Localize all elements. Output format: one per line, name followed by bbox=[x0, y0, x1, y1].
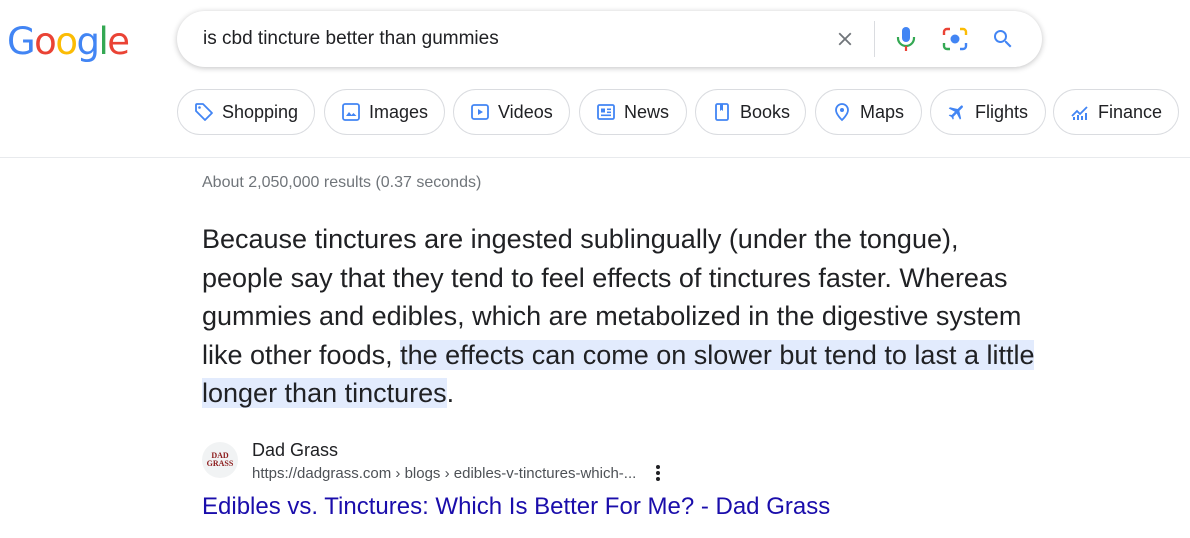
favicon-logo: DAD GRASS bbox=[207, 452, 234, 468]
chip-label: Maps bbox=[860, 101, 905, 122]
tab-books[interactable]: Books bbox=[695, 89, 806, 135]
favicon-line-2: GRASS bbox=[206, 459, 234, 468]
logo-letter: l bbox=[98, 20, 108, 63]
play-icon bbox=[470, 102, 490, 122]
logo-letter: o bbox=[34, 20, 57, 63]
logo-letter: g bbox=[76, 20, 100, 63]
result-stats: About 2,050,000 results (0.37 seconds) bbox=[202, 174, 482, 191]
search-input[interactable]: is cbd tincture better than gummies bbox=[203, 11, 499, 67]
map-pin-icon bbox=[832, 102, 852, 122]
search-icon[interactable] bbox=[989, 25, 1017, 53]
chip-label: Flights bbox=[975, 101, 1029, 122]
chip-label: Finance bbox=[1098, 101, 1163, 122]
result-title-link[interactable]: Edibles vs. Tinctures: Which Is Better F… bbox=[202, 493, 830, 521]
header-divider bbox=[0, 157, 1190, 158]
tab-flights[interactable]: Flights bbox=[930, 89, 1046, 135]
search-divider bbox=[874, 21, 875, 57]
tab-news[interactable]: News bbox=[579, 89, 687, 135]
search-box: is cbd tincture better than gummies bbox=[177, 11, 1042, 67]
tab-finance[interactable]: Finance bbox=[1053, 89, 1179, 135]
chip-label: Videos bbox=[498, 101, 553, 122]
chip-label: Books bbox=[740, 101, 791, 122]
airplane-icon bbox=[947, 102, 967, 122]
google-logo[interactable]: Google bbox=[7, 20, 130, 64]
source-site-name[interactable]: Dad Grass bbox=[252, 440, 338, 461]
tab-maps[interactable]: Maps bbox=[815, 89, 922, 135]
chip-label: Images bbox=[369, 101, 429, 122]
site-favicon[interactable]: DAD GRASS bbox=[202, 442, 238, 478]
image-icon bbox=[341, 102, 361, 122]
tab-videos[interactable]: Videos bbox=[453, 89, 570, 135]
finance-chart-icon bbox=[1070, 102, 1090, 122]
chip-label: Shopping bbox=[222, 101, 299, 122]
logo-letter: e bbox=[107, 20, 130, 63]
featured-snippet: Because tinctures are ingested sublingua… bbox=[202, 220, 1042, 413]
logo-letter: G bbox=[7, 20, 36, 63]
tab-shopping[interactable]: Shopping bbox=[177, 89, 315, 135]
logo-letter: o bbox=[55, 20, 78, 63]
close-icon[interactable] bbox=[831, 25, 859, 53]
newspaper-icon bbox=[596, 102, 616, 122]
chip-label: News bbox=[624, 101, 670, 122]
source-url[interactable]: https://dadgrass.com › blogs › edibles-v… bbox=[252, 465, 636, 482]
tab-images[interactable]: Images bbox=[324, 89, 445, 135]
snippet-tail: . bbox=[446, 378, 455, 408]
camera-lens-icon[interactable] bbox=[941, 25, 969, 53]
book-icon bbox=[712, 102, 732, 122]
microphone-icon[interactable] bbox=[892, 25, 920, 53]
more-vert-icon[interactable] bbox=[648, 463, 668, 483]
tag-icon bbox=[194, 102, 214, 122]
